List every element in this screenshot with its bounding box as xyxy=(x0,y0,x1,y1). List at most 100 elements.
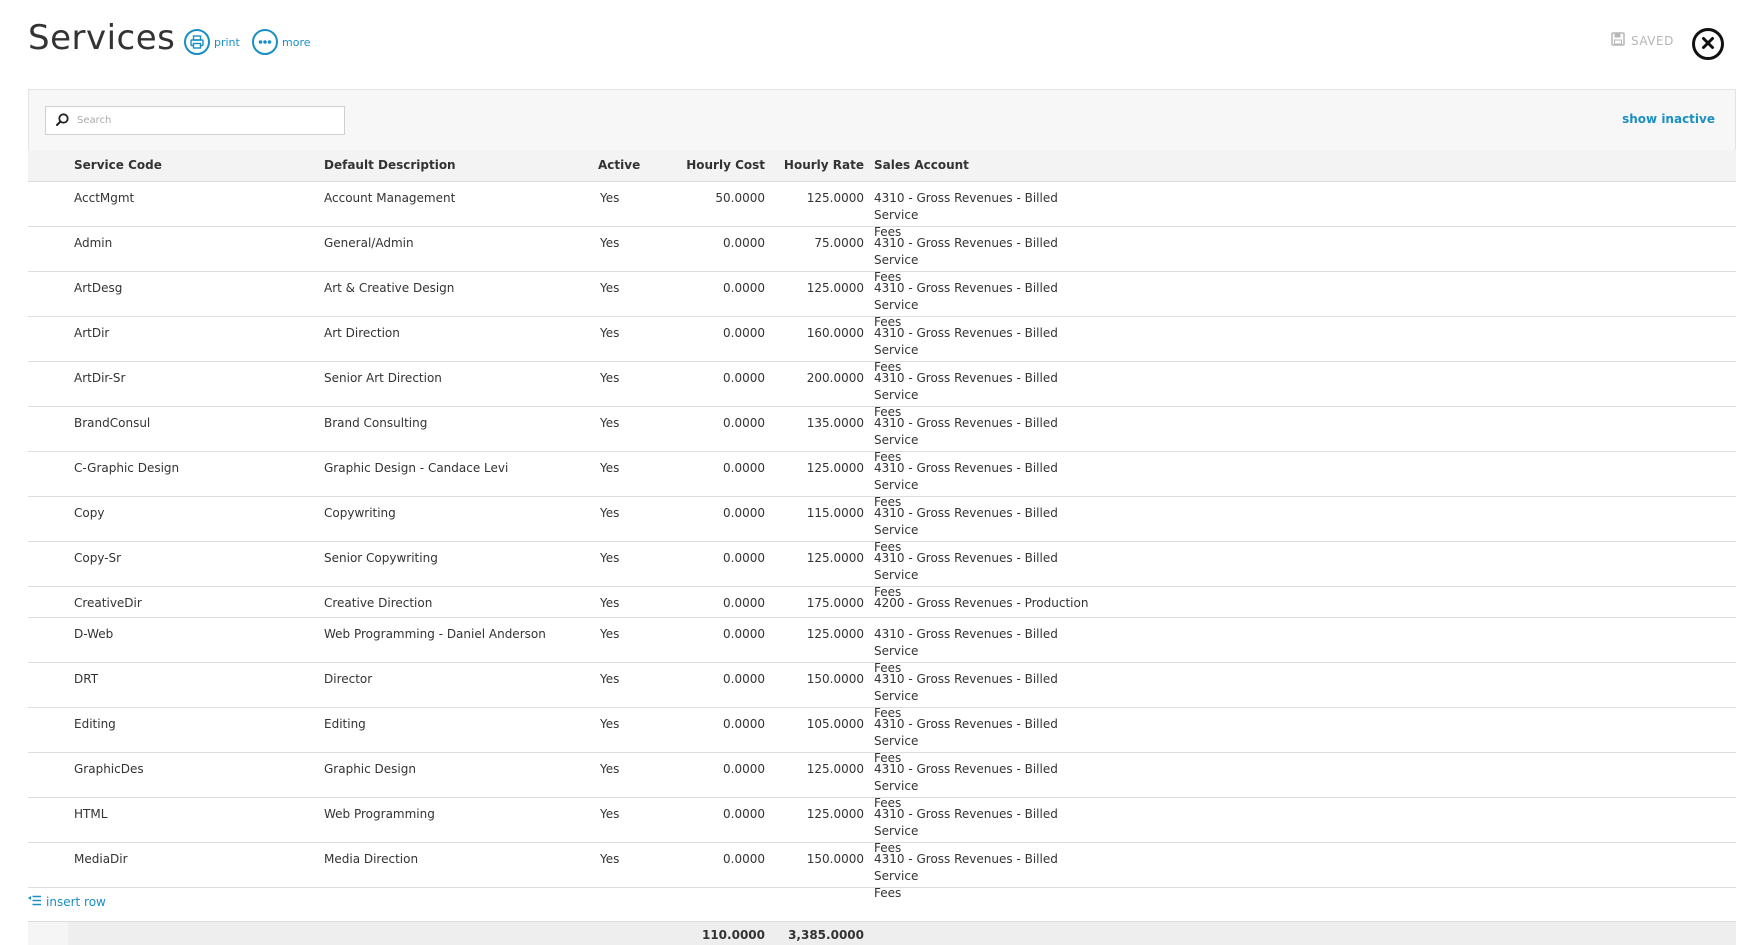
cell-hourly-rate[interactable]: 160.0000 xyxy=(768,325,864,342)
cell-hourly-rate[interactable]: 150.0000 xyxy=(768,851,864,868)
cell-service-code[interactable]: D-Web xyxy=(74,626,113,643)
table-row[interactable]: D-Web Web Programming - Daniel Anderson Ye… xyxy=(28,618,1736,675)
table-row[interactable]: Copy-Sr Senior Copywriting Yes 0.0000 125.00… xyxy=(28,542,1736,599)
cell-hourly-rate[interactable]: 105.0000 xyxy=(768,716,864,733)
cell-service-code[interactable]: Copy xyxy=(74,505,104,522)
table-row[interactable]: MediaDir Media Direction Yes 0.0000 150.0000… xyxy=(28,843,1736,900)
table-row[interactable]: AcctMgmt Account Management Yes 50.0000 125.… xyxy=(28,182,1736,239)
cell-default-description[interactable]: Web Programming xyxy=(324,806,435,823)
cell-default-description[interactable]: Brand Consulting xyxy=(324,415,427,432)
print-button[interactable]: print xyxy=(184,29,240,55)
cell-active[interactable]: Yes xyxy=(600,851,619,868)
cell-hourly-rate[interactable]: 135.0000 xyxy=(768,415,864,432)
cell-hourly-rate[interactable]: 75.0000 xyxy=(768,235,864,252)
table-row[interactable]: ArtDir-Sr Senior Art Direction Yes 0.0000 20… xyxy=(28,362,1736,419)
cell-hourly-cost[interactable]: 0.0000 xyxy=(653,671,765,688)
cell-active[interactable]: Yes xyxy=(600,626,619,643)
cell-hourly-cost[interactable]: 0.0000 xyxy=(653,550,765,567)
cell-service-code[interactable]: Admin xyxy=(74,235,112,252)
cell-active[interactable]: Yes xyxy=(600,761,619,778)
cell-hourly-cost[interactable]: 50.0000 xyxy=(653,190,765,207)
cell-default-description[interactable]: General/Admin xyxy=(324,235,414,252)
table-row[interactable]: GraphicDes Graphic Design Yes 0.0000 125.000… xyxy=(28,753,1736,810)
cell-hourly-rate[interactable]: 125.0000 xyxy=(768,190,864,207)
cell-default-description[interactable]: Editing xyxy=(324,716,366,733)
cell-active[interactable]: Yes xyxy=(600,235,619,252)
cell-hourly-cost[interactable]: 0.0000 xyxy=(653,505,765,522)
search-box[interactable] xyxy=(45,106,345,135)
cell-active[interactable]: Yes xyxy=(600,415,619,432)
table-row[interactable]: HTML Web Programming Yes 0.0000 125.0000 4310… xyxy=(28,798,1736,855)
cell-default-description[interactable]: Director xyxy=(324,671,372,688)
cell-active[interactable]: Yes xyxy=(600,716,619,733)
cell-hourly-rate[interactable]: 175.0000 xyxy=(768,595,864,612)
cell-service-code[interactable]: Editing xyxy=(74,716,116,733)
cell-active[interactable]: Yes xyxy=(600,550,619,567)
cell-active[interactable]: Yes xyxy=(600,280,619,297)
cell-default-description[interactable]: Media Direction xyxy=(324,851,418,868)
cell-service-code[interactable]: DRT xyxy=(74,671,98,688)
table-row[interactable]: Admin General/Admin Yes 0.0000 75.0000 4310 -… xyxy=(28,227,1736,284)
cell-active[interactable]: Yes xyxy=(600,190,619,207)
cell-hourly-cost[interactable]: 0.0000 xyxy=(653,716,765,733)
table-row[interactable]: DRT Director Yes 0.0000 150.0000 4310 - Gross… xyxy=(28,663,1736,720)
table-row[interactable]: CreativeDir Creative Direction Yes 0.0000 17… xyxy=(28,587,1736,618)
cell-service-code[interactable]: BrandConsul xyxy=(74,415,150,432)
cell-active[interactable]: Yes xyxy=(600,370,619,387)
cell-service-code[interactable]: C-Graphic Design xyxy=(74,460,179,477)
search-input[interactable] xyxy=(75,114,329,127)
more-button[interactable]: more xyxy=(252,29,311,55)
cell-hourly-cost[interactable]: 0.0000 xyxy=(653,626,765,643)
column-header-active[interactable]: Active xyxy=(598,158,640,172)
cell-hourly-rate[interactable]: 115.0000 xyxy=(768,505,864,522)
cell-hourly-cost[interactable]: 0.0000 xyxy=(653,370,765,387)
cell-service-code[interactable]: ArtDir-Sr xyxy=(74,370,125,387)
cell-hourly-rate[interactable]: 125.0000 xyxy=(768,280,864,297)
cell-default-description[interactable]: Web Programming - Daniel Anderson xyxy=(324,626,546,643)
cell-service-code[interactable]: Copy-Sr xyxy=(74,550,121,567)
table-row[interactable]: BrandConsul Brand Consulting Yes 0.0000 135.… xyxy=(28,407,1736,464)
cell-hourly-rate[interactable]: 125.0000 xyxy=(768,806,864,823)
cell-default-description[interactable]: Creative Direction xyxy=(324,595,432,612)
cell-service-code[interactable]: ArtDir xyxy=(74,325,109,342)
cell-service-code[interactable]: GraphicDes xyxy=(74,761,144,778)
cell-hourly-cost[interactable]: 0.0000 xyxy=(653,280,765,297)
cell-sales-account[interactable]: 4200 - Gross Revenues - Production xyxy=(874,595,1094,612)
cell-hourly-rate[interactable]: 125.0000 xyxy=(768,626,864,643)
cell-hourly-cost[interactable]: 0.0000 xyxy=(653,415,765,432)
cell-sales-account[interactable]: 4310 - Gross Revenues - Billed Service Fe… xyxy=(874,851,1094,902)
cell-active[interactable]: Yes xyxy=(600,460,619,477)
cell-active[interactable]: Yes xyxy=(600,325,619,342)
table-row[interactable]: Copy Copywriting Yes 0.0000 115.0000 4310 - G… xyxy=(28,497,1736,554)
table-row[interactable]: Editing Editing Yes 0.0000 105.0000 4310 - Gr… xyxy=(28,708,1736,765)
cell-default-description[interactable]: Account Management xyxy=(324,190,455,207)
cell-hourly-cost[interactable]: 0.0000 xyxy=(653,325,765,342)
cell-active[interactable]: Yes xyxy=(600,505,619,522)
cell-service-code[interactable]: ArtDesg xyxy=(74,280,122,297)
cell-active[interactable]: Yes xyxy=(600,806,619,823)
cell-active[interactable]: Yes xyxy=(600,595,619,612)
cell-service-code[interactable]: MediaDir xyxy=(74,851,128,868)
cell-hourly-rate[interactable]: 125.0000 xyxy=(768,460,864,477)
cell-hourly-cost[interactable]: 0.0000 xyxy=(653,761,765,778)
table-row[interactable]: ArtDesg Art & Creative Design Yes 0.0000 125… xyxy=(28,272,1736,329)
cell-default-description[interactable]: Graphic Design xyxy=(324,761,416,778)
cell-service-code[interactable]: HTML xyxy=(74,806,107,823)
cell-default-description[interactable]: Senior Art Direction xyxy=(324,370,442,387)
cell-default-description[interactable]: Art & Creative Design xyxy=(324,280,454,297)
cell-active[interactable]: Yes xyxy=(600,671,619,688)
cell-hourly-cost[interactable]: 0.0000 xyxy=(653,235,765,252)
insert-row-button[interactable]: insert row xyxy=(28,895,106,909)
cell-default-description[interactable]: Senior Copywriting xyxy=(324,550,438,567)
column-header-sales-account[interactable]: Sales Account xyxy=(874,158,1094,172)
cell-default-description[interactable]: Copywriting xyxy=(324,505,396,522)
cell-hourly-rate[interactable]: 125.0000 xyxy=(768,550,864,567)
cell-default-description[interactable]: Art Direction xyxy=(324,325,400,342)
cell-hourly-rate[interactable]: 200.0000 xyxy=(768,370,864,387)
cell-service-code[interactable]: CreativeDir xyxy=(74,595,142,612)
close-button[interactable] xyxy=(1692,28,1724,60)
column-header-hourly-cost[interactable]: Hourly Cost xyxy=(653,158,765,172)
column-header-service-code[interactable]: Service Code xyxy=(74,158,162,172)
column-header-hourly-rate[interactable]: Hourly Rate xyxy=(768,158,864,172)
cell-service-code[interactable]: AcctMgmt xyxy=(74,190,134,207)
